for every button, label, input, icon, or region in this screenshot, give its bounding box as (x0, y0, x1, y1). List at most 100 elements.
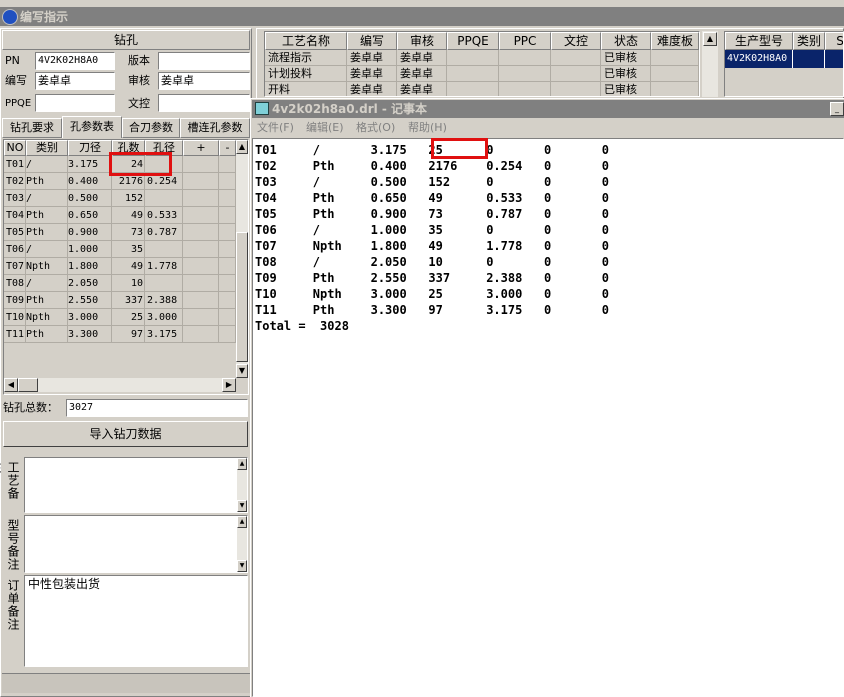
hole-hole-size-cell[interactable]: 2.388 (147, 292, 183, 309)
hole-hole-size-cell[interactable]: 3.175 (147, 326, 183, 343)
process-cell[interactable] (554, 50, 601, 66)
model-cell[interactable] (827, 50, 843, 68)
hole-hole-type-cell[interactable]: Npth (26, 258, 68, 275)
hole-hole-count-cell[interactable]: 25 (112, 309, 145, 326)
hole-col-header[interactable]: - (219, 140, 236, 156)
menu-format[interactable]: 格式(O) (356, 120, 395, 136)
hole-hole-type-cell[interactable]: / (26, 241, 68, 258)
hole-tool-diameter-cell[interactable]: 3.300 (68, 326, 112, 343)
process-cell[interactable] (502, 82, 551, 96)
hole-hole-type-cell[interactable]: Pth (26, 207, 68, 224)
process-grid-vscroll[interactable]: ▲ (702, 31, 718, 97)
hole-hole-type-cell[interactable]: Pth (26, 173, 68, 190)
tab-drill-requirements[interactable]: 钻孔要求 (2, 118, 62, 138)
hole-hole-count-cell[interactable]: 49 (112, 258, 145, 275)
hole-tool-diameter-cell[interactable]: 3.175 (68, 156, 112, 173)
scroll-up-icon[interactable]: ▲ (236, 140, 248, 154)
hole-hole-count-cell[interactable]: 10 (112, 275, 145, 292)
hole-table-row[interactable]: T06/1.000 35 (4, 241, 236, 258)
hole-hole-type-cell[interactable]: / (26, 190, 68, 207)
process-cell[interactable]: 姜卓卓 (350, 66, 397, 82)
hole-tool-diameter-cell[interactable]: 2.050 (68, 275, 112, 292)
process-scroll-up-icon[interactable]: ▲ (703, 32, 717, 46)
hole-hole-size-cell[interactable]: 1.778 (147, 258, 183, 275)
hole-hole-type-cell[interactable]: Pth (26, 292, 68, 309)
note-scrollbar[interactable]: ▲ ▼ (237, 458, 247, 512)
model-cell[interactable]: 4V2K02H8A0 (727, 50, 793, 68)
scroll-thumb[interactable] (236, 232, 248, 362)
process-cell[interactable]: 计划投料 (268, 66, 347, 82)
hole-table-row[interactable]: T09 Pth 2.550 337 2.388 (4, 292, 236, 309)
hole-hole-type-cell[interactable]: Npth (26, 309, 68, 326)
process-cell[interactable]: 姜卓卓 (400, 50, 447, 66)
hscroll-thumb[interactable] (18, 378, 38, 392)
import-drill-data-button[interactable]: 导入钻刀数据 (3, 421, 248, 447)
scroll-left-icon[interactable]: ◀ (4, 378, 18, 392)
process-cell[interactable]: 姜卓卓 (350, 50, 397, 66)
ppqe-field[interactable] (35, 94, 115, 112)
scroll-up-icon[interactable]: ▲ (237, 516, 247, 528)
scroll-down-icon[interactable]: ▼ (237, 500, 247, 512)
process-cell[interactable] (654, 50, 699, 66)
hole-col-header[interactable]: 类别 (26, 140, 68, 156)
hole-grid-vscroll[interactable]: ▲ ▼ (236, 140, 248, 378)
hole-tool-diameter-cell[interactable]: 0.500 (68, 190, 112, 207)
hole-hole-size-cell[interactable] (147, 241, 183, 258)
process-table-row[interactable]: 计划投料 姜卓卓 姜卓卓 已审核 (265, 66, 699, 82)
hole-tool-diameter-cell[interactable]: 0.650 (68, 207, 112, 224)
model-grid[interactable]: 生产型号 类别 S 4V2K02H8A0 (724, 31, 844, 97)
process-cell[interactable]: 姜卓卓 (400, 66, 447, 82)
menu-edit[interactable]: 编辑(E) (306, 120, 344, 136)
menu-help[interactable]: 帮助(H) (408, 120, 447, 136)
hole-table-row[interactable]: T05 Pth 0.900 73 0.787 (4, 224, 236, 241)
note-textarea[interactable]: 中性包装出货 (24, 575, 248, 667)
hole-hole-count-cell[interactable]: 97 (112, 326, 145, 343)
scroll-down-icon[interactable]: ▼ (236, 364, 248, 378)
editor-field[interactable]: 姜卓卓 (35, 72, 115, 90)
process-cell[interactable] (450, 82, 499, 96)
hole-hole-size-cell[interactable] (147, 275, 183, 292)
hole-col-header[interactable]: + (183, 140, 219, 156)
hole-tool-diameter-cell[interactable]: 3.000 (68, 309, 112, 326)
process-col-header[interactable]: 工艺名称 (265, 32, 347, 50)
doc-control-field[interactable] (158, 94, 250, 112)
hole-hole-count-cell[interactable]: 73 (112, 224, 145, 241)
hole-table-row[interactable]: T07 Npth 1.800 49 1.778 (4, 258, 236, 275)
process-cell[interactable] (450, 66, 499, 82)
model-cell[interactable] (795, 50, 825, 68)
process-cell[interactable] (554, 66, 601, 82)
hole-col-header[interactable]: NO (4, 140, 26, 156)
model-col-header[interactable]: 生产型号 (725, 32, 793, 50)
scroll-right-icon[interactable]: ▶ (222, 378, 236, 392)
scroll-up-icon[interactable]: ▲ (237, 458, 247, 470)
process-cell[interactable] (554, 82, 601, 96)
note-scrollbar[interactable]: ▲ ▼ (237, 516, 247, 572)
hole-param-grid[interactable]: NO 类别 刀径 孔数 孔径 + - T01/3.175 24 T02 Pth 0.400 2176 0… (3, 139, 249, 395)
hole-hole-count-cell[interactable]: 152 (112, 190, 145, 207)
process-col-header[interactable]: 审核 (397, 32, 447, 50)
hole-hole-type-cell[interactable]: / (26, 156, 68, 173)
process-cell[interactable] (502, 50, 551, 66)
hole-tool-diameter-cell[interactable]: 0.400 (68, 173, 112, 190)
notepad-titlebar[interactable]: 4v2k02h8a0.drl - 记事本 _ (252, 100, 844, 118)
version-field[interactable] (158, 52, 250, 70)
hole-table-row[interactable]: T04 Pth 0.650 49 0.533 (4, 207, 236, 224)
process-grid[interactable]: 工艺名称 编写 审核 PPQE PPC 文控 状态 难度板 流程指示 姜卓卓 姜卓卓 已审核 计划投料… (264, 31, 700, 97)
process-col-header[interactable]: 状态 (601, 32, 651, 50)
process-cell[interactable]: 已审核 (604, 82, 651, 96)
model-col-header[interactable]: 类别 (793, 32, 825, 50)
hole-hole-count-cell[interactable]: 49 (112, 207, 145, 224)
note-textarea[interactable]: ▲ ▼ (24, 515, 248, 573)
hole-table-row[interactable]: T10 Npth 3.000 25 3.000 (4, 309, 236, 326)
hole-hole-type-cell[interactable]: Pth (26, 326, 68, 343)
process-cell[interactable]: 已审核 (604, 50, 651, 66)
process-cell[interactable] (450, 50, 499, 66)
scroll-down-icon[interactable]: ▼ (237, 560, 247, 572)
hole-table-row[interactable]: T08/2.050 10 (4, 275, 236, 292)
notepad-text-area[interactable]: T01 / 3.175 25 0 0 0 T02 Pth 0.400 2176 0… (252, 138, 844, 697)
process-col-header[interactable]: PPC (499, 32, 551, 50)
process-cell[interactable]: 流程指示 (268, 50, 347, 66)
process-cell[interactable] (502, 66, 551, 82)
menu-file[interactable]: 文件(F) (257, 120, 294, 136)
process-cell[interactable]: 开料 (268, 82, 347, 96)
